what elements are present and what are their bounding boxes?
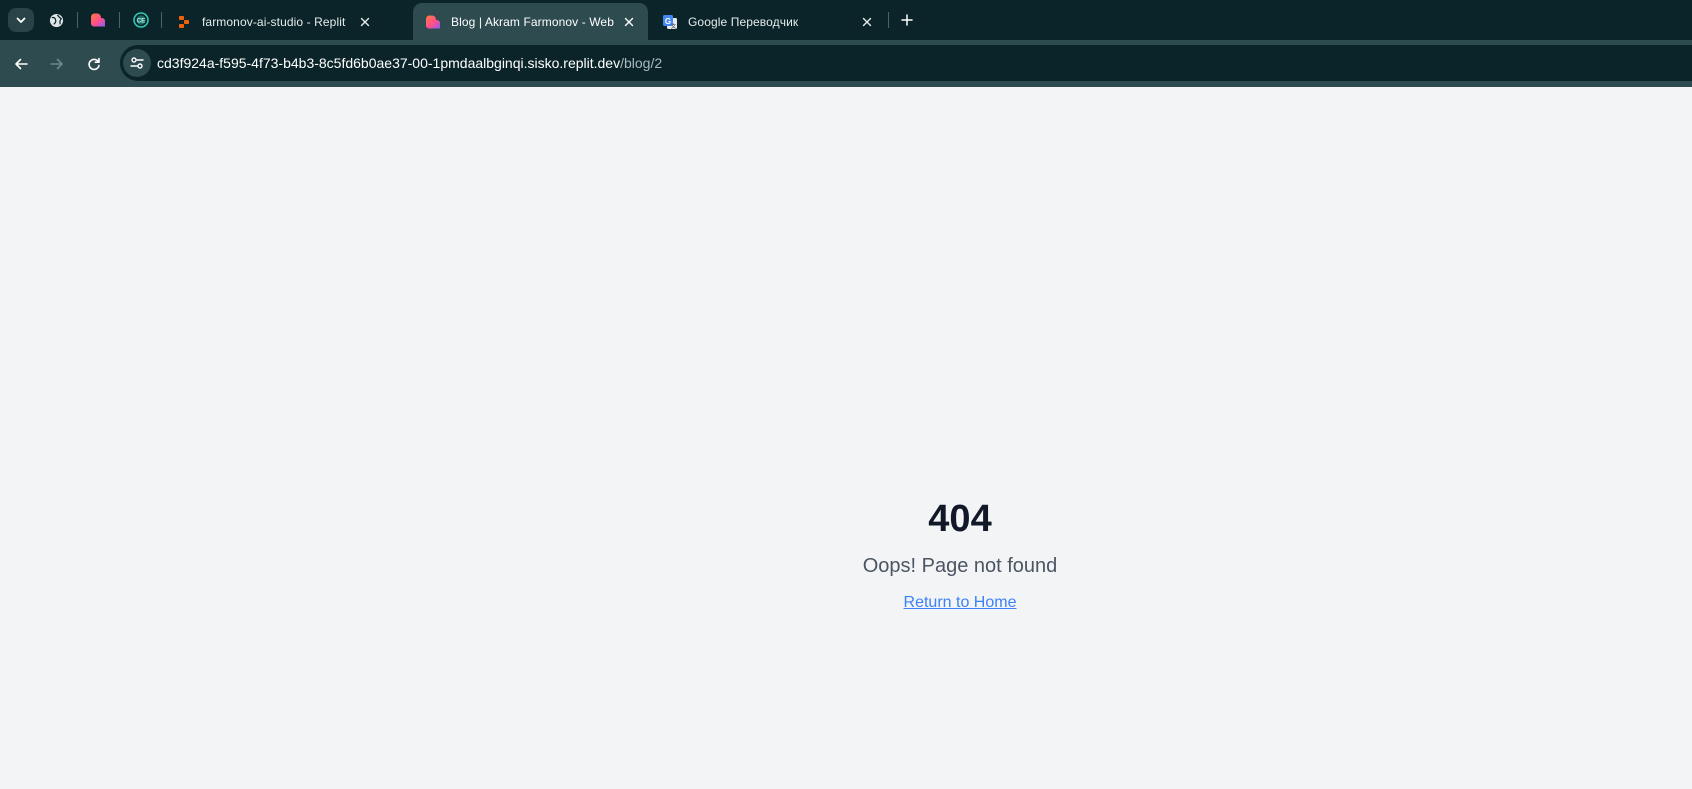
tab-divider bbox=[119, 12, 120, 28]
pinned-tab-ce[interactable]: CE bbox=[130, 9, 152, 31]
plus-icon bbox=[901, 14, 913, 26]
pinned-tab-lovable[interactable] bbox=[87, 9, 109, 31]
arrow-left-icon bbox=[15, 58, 28, 70]
url-text: cd3f924a-f595-4f73-b4b3-8c5fd6b0ae37-00-… bbox=[157, 55, 662, 71]
reload-icon bbox=[88, 57, 100, 71]
tab-divider bbox=[77, 12, 78, 28]
google-translate-icon: G 文 bbox=[662, 14, 678, 30]
tab-search-button[interactable] bbox=[8, 8, 34, 32]
pinned-tab-globe[interactable] bbox=[45, 9, 67, 31]
tab-title: farmonov-ai-studio - Replit bbox=[202, 14, 346, 29]
tab-title: Blog | Akram Farmonov - Web D bbox=[451, 14, 614, 29]
address-bar[interactable]: cd3f924a-f595-4f73-b4b3-8c5fd6b0ae37-00-… bbox=[120, 45, 1692, 81]
error-code-heading: 404 bbox=[928, 498, 992, 540]
return-home-link[interactable]: Return to Home bbox=[904, 593, 1017, 613]
new-tab-button[interactable] bbox=[896, 9, 918, 31]
url-path: /blog/2 bbox=[620, 55, 663, 71]
close-icon[interactable] bbox=[858, 13, 876, 31]
tab-google-translate[interactable]: G 文 Google Переводчик bbox=[650, 3, 886, 40]
lovable-heart-icon bbox=[425, 14, 441, 30]
tab-divider bbox=[888, 12, 889, 28]
arrow-right-icon bbox=[50, 58, 63, 70]
chevron-down-icon bbox=[16, 17, 26, 23]
tab-strip: CE farmonov-ai-studio - Replit Blog | Ak… bbox=[0, 0, 1692, 40]
close-icon[interactable] bbox=[620, 13, 638, 31]
tab-blog-active[interactable]: Blog | Akram Farmonov - Web D bbox=[413, 3, 648, 40]
ce-badge-icon: CE bbox=[133, 12, 149, 28]
browser-toolbar: cd3f924a-f595-4f73-b4b3-8c5fd6b0ae37-00-… bbox=[0, 40, 1692, 87]
globe-icon bbox=[49, 13, 63, 27]
site-info-button[interactable] bbox=[123, 49, 151, 77]
lovable-heart-icon bbox=[90, 13, 105, 27]
url-host: cd3f924a-f595-4f73-b4b3-8c5fd6b0ae37-00-… bbox=[157, 55, 621, 71]
svg-text:CE: CE bbox=[137, 19, 145, 25]
tab-title: Google Переводчик bbox=[688, 14, 799, 29]
not-found-panel: 404 Oops! Page not found Return to Home bbox=[760, 497, 1160, 613]
tune-icon bbox=[130, 57, 144, 69]
forward-button[interactable] bbox=[44, 51, 70, 77]
page-content: 404 Oops! Page not found Return to Home bbox=[0, 87, 1692, 789]
close-icon[interactable] bbox=[356, 13, 374, 31]
tab-divider bbox=[161, 12, 162, 28]
reload-button[interactable] bbox=[81, 51, 107, 77]
back-button[interactable] bbox=[8, 51, 34, 77]
error-message: Oops! Page not found bbox=[862, 555, 1058, 577]
tab-replit[interactable]: farmonov-ai-studio - Replit bbox=[164, 3, 384, 40]
replit-icon bbox=[176, 14, 192, 30]
